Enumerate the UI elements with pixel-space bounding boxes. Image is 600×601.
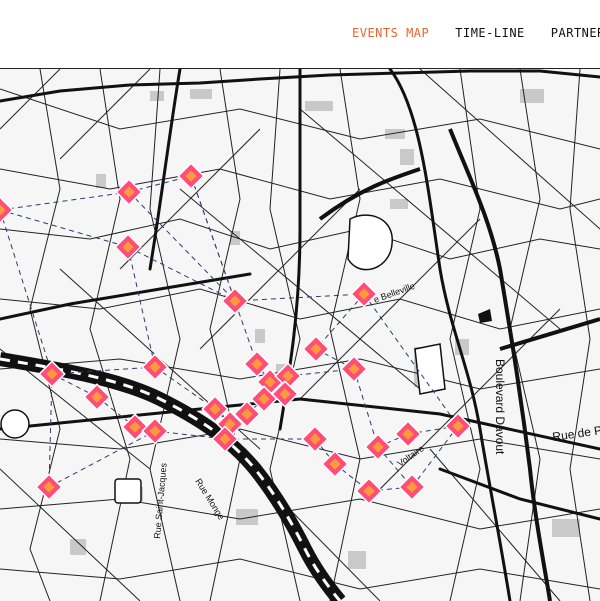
event-marker[interactable] [141, 417, 169, 445]
event-marker[interactable] [301, 425, 329, 453]
street-label-rue-de-pa: Rue de Pa [551, 422, 600, 444]
top-navigation-bar: EVENTS MAP TIME-LINE PARTNERS [0, 0, 600, 68]
event-connection-line [315, 293, 365, 350]
event-marker[interactable] [83, 383, 111, 411]
street-label-voltaire: Voltaire [395, 443, 425, 468]
event-marker[interactable] [302, 335, 330, 363]
event-marker[interactable] [0, 196, 14, 224]
nav-link-events-map[interactable]: EVENTS MAP [352, 26, 429, 40]
street-label-rue-monge: Rue Monge [193, 477, 226, 522]
event-marker[interactable] [141, 353, 169, 381]
event-marker[interactable] [35, 473, 63, 501]
event-connection-line [190, 175, 258, 365]
event-marker[interactable] [114, 233, 142, 261]
event-connection-line [0, 209, 53, 375]
event-marker[interactable] [394, 420, 422, 448]
nav-link-time-line[interactable]: TIME-LINE [455, 26, 525, 40]
event-connection-line [0, 191, 130, 211]
event-marker[interactable] [355, 477, 383, 505]
nav-link-partners[interactable]: PARTNERS [551, 26, 600, 40]
street-label-belleville: e Belleville [372, 281, 416, 305]
map-landmark-black [478, 309, 492, 323]
event-marker[interactable] [350, 280, 378, 308]
map-canvas[interactable]: Boulevard Davout Rue de Pa e Belleville … [0, 69, 600, 601]
event-marker[interactable] [121, 413, 149, 441]
street-label-boulevard-davout: Boulevard Davout [493, 359, 507, 455]
event-marker[interactable] [177, 162, 205, 190]
event-marker[interactable] [398, 473, 426, 501]
event-marker[interactable] [364, 433, 392, 461]
main-nav: EVENTS MAP TIME-LINE PARTNERS [352, 26, 600, 40]
event-connection-line [0, 209, 129, 248]
street-label-rue-saint-jacques: Rue Saint-Jacques [152, 462, 169, 539]
events-map[interactable]: Boulevard Davout Rue de Pa e Belleville … [0, 68, 600, 601]
